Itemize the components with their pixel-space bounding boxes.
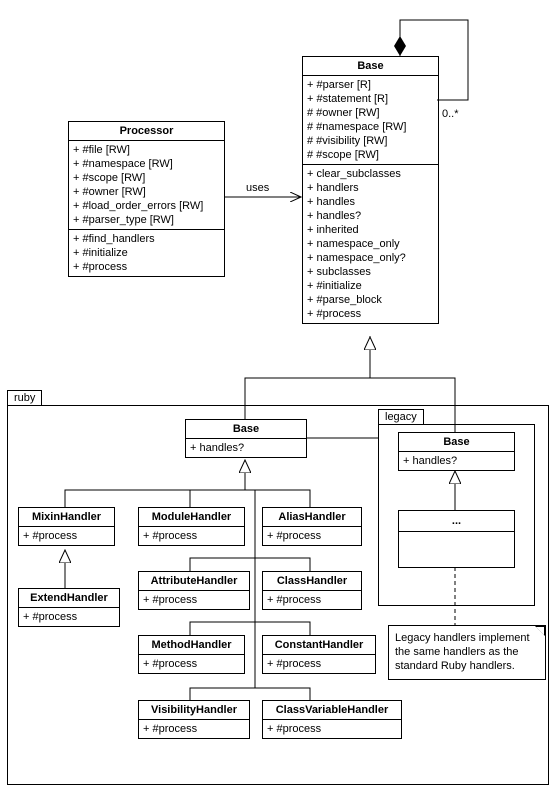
module-handler: ModuleHandler+ #process — [138, 507, 245, 546]
base-ops: + clear_subclasses + handlers + handles … — [303, 165, 438, 323]
extend-handler: ExtendHandler+ #process — [18, 588, 120, 627]
processor-class: Processor + #file [RW] + #namespace [RW]… — [68, 121, 225, 277]
legacy-placeholder: ... — [398, 510, 515, 568]
visibility-handler: VisibilityHandler+ #process — [138, 700, 250, 739]
processor-ops: + #find_handlers + #initialize + #proces… — [69, 230, 224, 276]
processor-attrs: + #file [RW] + #namespace [RW] + #scope … — [69, 141, 224, 230]
method-handler: MethodHandler+ #process — [138, 635, 245, 674]
base-attrs: + #parser [R] + #statement [R] # #owner … — [303, 76, 438, 165]
base-title: Base — [303, 57, 438, 76]
processor-title: Processor — [69, 122, 224, 141]
multiplicity-label: 0..* — [442, 108, 459, 120]
legacy-note: Legacy handlers implement the same handl… — [388, 625, 546, 680]
legacy-label: legacy — [378, 409, 424, 424]
alias-handler: AliasHandler+ #process — [262, 507, 362, 546]
class-handler: ClassHandler+ #process — [262, 571, 362, 610]
constant-handler: ConstantHandler+ #process — [262, 635, 376, 674]
attribute-handler: AttributeHandler+ #process — [138, 571, 250, 610]
ruby-label: ruby — [7, 390, 42, 405]
mixin-handler: MixinHandler+ #process — [18, 507, 115, 546]
base-class: Base + #parser [R] + #statement [R] # #o… — [302, 56, 439, 324]
ruby-base-class: Base + handles? — [185, 419, 307, 458]
uses-label: uses — [246, 182, 269, 194]
note-fold-icon — [535, 626, 545, 636]
legacy-base-class: Base + handles? — [398, 432, 515, 471]
classvar-handler: ClassVariableHandler+ #process — [262, 700, 402, 739]
